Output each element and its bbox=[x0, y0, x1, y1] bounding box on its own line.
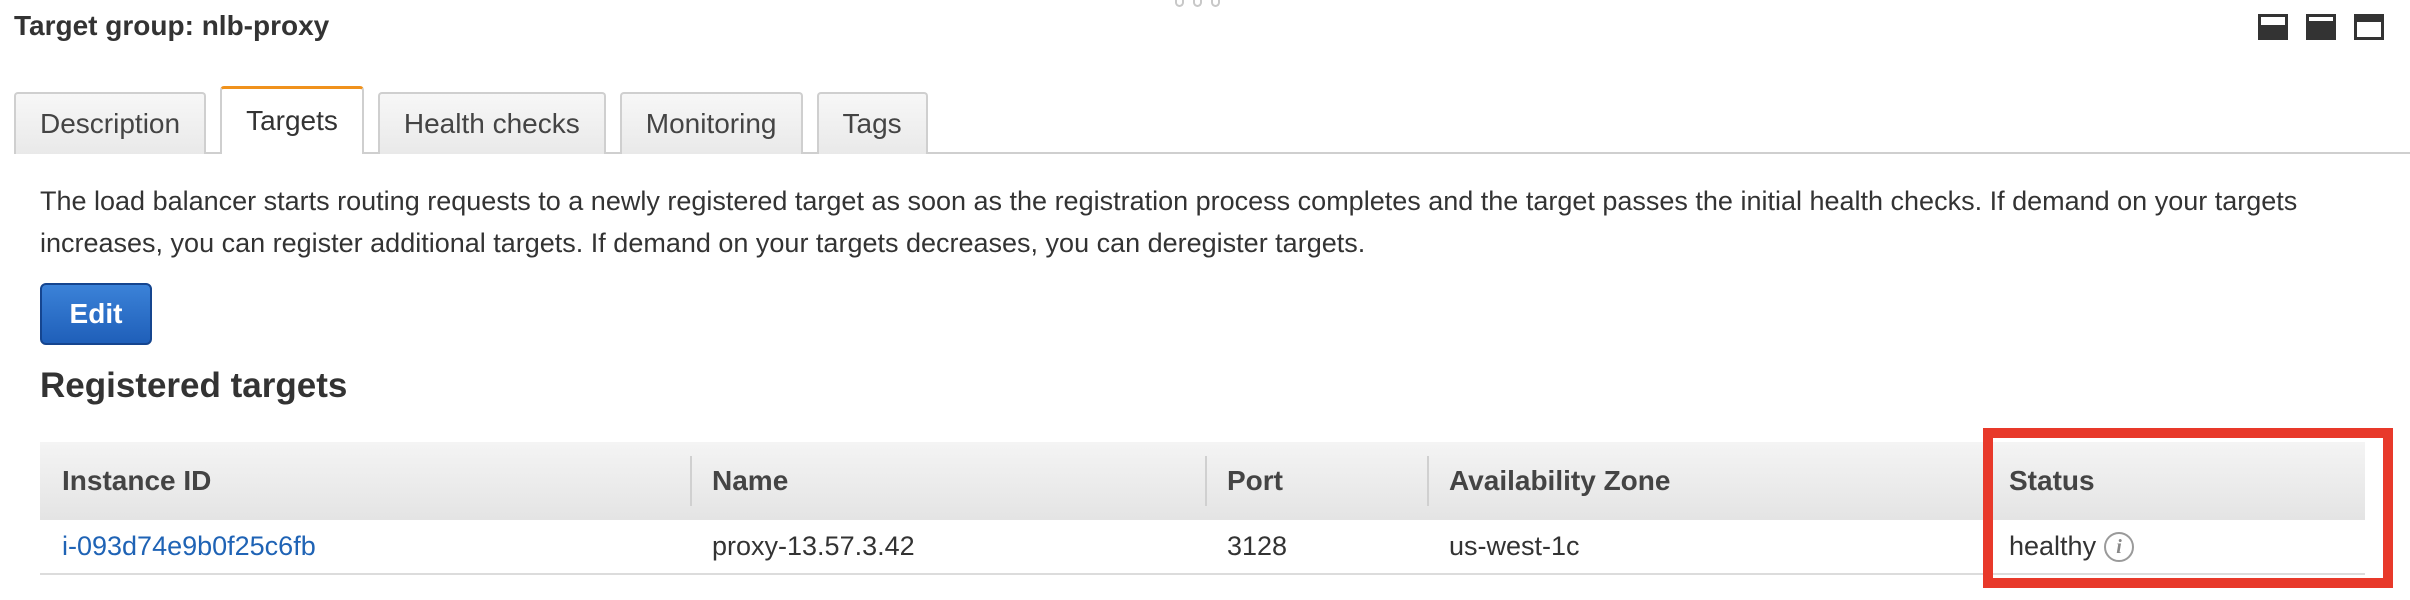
layout-controls bbox=[2258, 14, 2384, 40]
tab-health-checks[interactable]: Health checks bbox=[377, 92, 606, 154]
registered-targets-table: Instance ID Name Port Availability Zone … bbox=[40, 442, 2365, 575]
tab-targets[interactable]: Targets bbox=[220, 86, 364, 154]
column-header-availability-zone[interactable]: Availability Zone bbox=[1427, 442, 1987, 520]
target-availability-zone: us-west-1c bbox=[1427, 520, 1987, 575]
column-header-port[interactable]: Port bbox=[1205, 442, 1427, 520]
info-icon[interactable]: i bbox=[2104, 532, 2135, 563]
table-row[interactable]: i-093d74e9b0f25c6fb proxy-13.57.3.42 312… bbox=[40, 520, 2365, 575]
registered-targets-heading: Registered targets bbox=[40, 366, 348, 405]
target-name: proxy-13.57.3.42 bbox=[690, 520, 1205, 575]
target-status: healthy bbox=[2009, 530, 2097, 561]
column-header-status[interactable]: Status bbox=[1987, 442, 2365, 520]
tab-monitoring[interactable]: Monitoring bbox=[619, 92, 803, 154]
tab-tags[interactable]: Tags bbox=[816, 92, 928, 154]
target-group-panel: Target group: nlb-proxy Description Targ… bbox=[0, 0, 2410, 600]
column-header-name[interactable]: Name bbox=[690, 442, 1205, 520]
layout-full-icon[interactable] bbox=[2354, 14, 2384, 40]
edit-button[interactable]: Edit bbox=[40, 283, 152, 345]
layout-split-icon[interactable] bbox=[2306, 14, 2336, 40]
panel-title: Target group: nlb-proxy bbox=[14, 10, 330, 41]
target-port: 3128 bbox=[1205, 520, 1427, 575]
resize-handle-icon[interactable] bbox=[1175, 0, 1220, 7]
targets-description: The load balancer starts routing request… bbox=[40, 186, 2298, 258]
table-header-row: Instance ID Name Port Availability Zone … bbox=[40, 442, 2365, 520]
instance-id-link[interactable]: i-093d74e9b0f25c6fb bbox=[40, 520, 690, 575]
target-status-cell: healthy i bbox=[1987, 520, 2365, 575]
layout-bottom-icon[interactable] bbox=[2258, 14, 2288, 40]
column-header-instance-id[interactable]: Instance ID bbox=[40, 442, 690, 520]
tab-description[interactable]: Description bbox=[14, 92, 207, 154]
tab-bar: Description Targets Health checks Monito… bbox=[14, 86, 2410, 154]
